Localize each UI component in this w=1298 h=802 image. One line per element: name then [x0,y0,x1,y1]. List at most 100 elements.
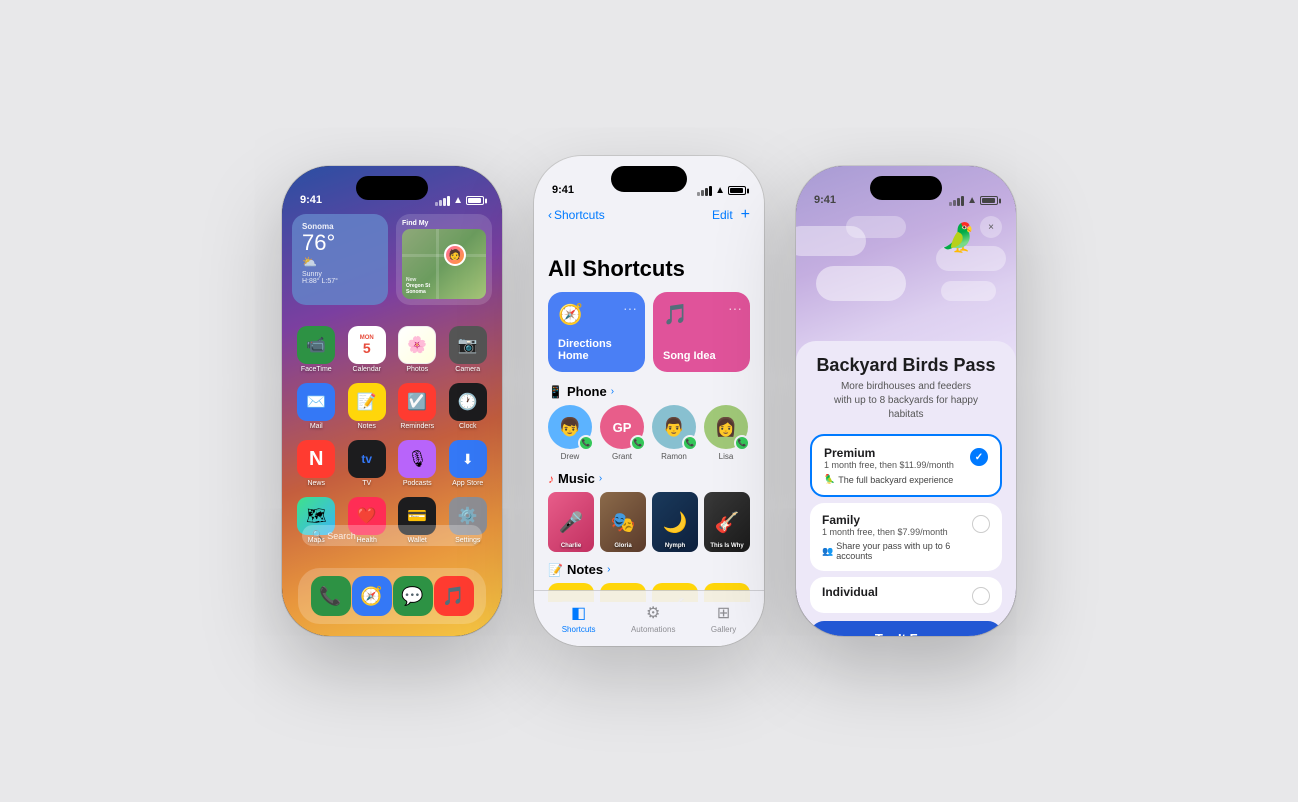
calendar-label: Calendar [353,366,381,373]
app-grid: 📹 FaceTime MON5 Calendar 🌸 Photos 📷 Came… [292,326,492,544]
notes-icon: 📝 [348,383,386,421]
clock-label: Clock [459,423,477,430]
weather-widget[interactable]: Sonoma 76° ⛅ Sunny H:88° L:57° [292,214,388,305]
app-tv[interactable]: tv TV [347,440,388,487]
notes-label: Notes [358,423,376,430]
music-section-title: Music [558,471,595,486]
findmy-label: Find My [402,220,486,227]
contact-ramon[interactable]: 👨 📞 Ramon [652,405,696,461]
battery-icon-2 [728,186,746,195]
shortcuts-tab-icon: ◧ [571,603,586,623]
app-photos[interactable]: 🌸 Photos [397,326,438,373]
app-notes[interactable]: 📝 Notes [347,383,388,430]
app-clock[interactable]: 🕐 Clock [448,383,489,430]
drew-avatar: 👦 📞 [548,405,592,449]
app-reminders[interactable]: ☑️ Reminders [397,383,438,430]
close-button[interactable]: × [980,216,1002,238]
shortcuts-content: All Shortcuts 🧭 Directions Home ··· 🎵 So… [534,256,764,602]
signal-icon-2 [697,186,712,196]
app-camera[interactable]: 📷 Camera [448,326,489,373]
individual-radio[interactable] [972,587,990,605]
music-section-chevron[interactable]: › [599,473,602,484]
tab-shortcuts[interactable]: ◧ Shortcuts [562,603,596,634]
time-1: 9:41 [300,194,322,206]
premium-plan-card[interactable]: Premium 1 month free, then $11.99/month … [810,434,1002,497]
premium-plan-price: 1 month free, then $11.99/month [824,460,954,470]
individual-plan-card[interactable]: Individual [810,577,1002,613]
app-mail[interactable]: ✉️ Mail [296,383,337,430]
notes-section-chevron[interactable]: › [607,564,610,575]
news-icon: N [297,440,335,478]
notes-section-title: Notes [567,562,603,577]
wifi-icon-3: ▲ [967,195,977,206]
premium-plan-info: Premium 1 month free, then $11.99/month … [824,446,954,485]
gallery-tab-label: Gallery [711,625,736,634]
wifi-icon-1: ▲ [453,195,463,206]
family-plan-card[interactable]: Family 1 month free, then $7.99/month 👥 … [810,503,1002,571]
birds-title: Backyard Birds Pass [810,355,1002,376]
try-btn-main-text: Try It Free [820,631,992,636]
try-free-button[interactable]: Try It Free 1 month free, then $11.99/mo… [810,621,1002,636]
family-radio[interactable] [972,515,990,533]
tab-gallery[interactable]: ⊞ Gallery [711,603,736,634]
gloria-label: Gloria [603,543,643,549]
status-icons-2: ▲ [697,185,746,196]
song-more-icon[interactable]: ··· [728,300,742,316]
dock-music[interactable]: 🎵 [434,576,474,616]
search-icon: 🔍 [312,530,323,541]
app-news[interactable]: N News [296,440,337,487]
signal-icon-1 [435,196,450,206]
song-idea-card[interactable]: 🎵 Song Idea ··· [653,292,750,372]
music-gloria[interactable]: 🎭 Gloria [600,492,646,552]
phone-section-header: 📱 Phone › [548,384,750,399]
app-facetime[interactable]: 📹 FaceTime [296,326,337,373]
hummingbird-icon: 🦜 [941,221,976,254]
edit-button[interactable]: Edit [712,208,733,222]
family-feature-text: Share your pass with up to 6 accounts [836,541,972,561]
findmy-widget[interactable]: Find My 🧑 New Oregon St Sonoma [396,214,492,305]
contact-lisa[interactable]: 👩 📞 Lisa [704,405,748,461]
dynamic-island-2 [611,166,687,192]
music-section-icon: ♪ [548,472,554,486]
directions-label: Directions Home [558,338,635,362]
search-bar[interactable]: 🔍 Search [302,525,482,546]
camera-label: Camera [455,366,480,373]
back-button[interactable]: ‹ Shortcuts [548,208,605,222]
app-appstore[interactable]: ⬇ App Store [448,440,489,487]
add-shortcut-button[interactable]: + [741,206,750,224]
time-2: 9:41 [552,184,574,196]
weather-location: Sonoma [302,222,378,231]
tab-automations[interactable]: ⚙ Automations [631,603,675,634]
shortcuts-heading: All Shortcuts [548,256,750,282]
charlie-label: Charlie [551,543,591,549]
phone-2-shell: 9:41 ▲ ‹ Shortcuts [534,156,764,646]
battery-icon-3 [980,196,998,205]
family-plan-name: Family [822,513,972,527]
ramon-avatar: 👨 📞 [652,405,696,449]
app-podcasts[interactable]: 🎙 Podcasts [397,440,438,487]
premium-radio[interactable] [970,448,988,466]
dock-phone[interactable]: 📞 [311,576,351,616]
findmy-map: 🧑 New Oregon St Sonoma [402,229,486,299]
status-icons-1: ▲ [435,195,484,206]
nymph-label: Nymph [655,543,695,549]
directions-home-card[interactable]: 🧭 Directions Home ··· [548,292,645,372]
appstore-icon: ⬇ [449,440,487,478]
phone-section-title: Phone [567,384,607,399]
podcasts-label: Podcasts [403,480,432,487]
camera-icon: 📷 [449,326,487,364]
contact-row: 👦 📞 Drew GP 📞 Grant � [548,405,750,461]
dock-messages[interactable]: 💬 [393,576,433,616]
contact-drew[interactable]: 👦 📞 Drew [548,405,592,461]
phone-section-chevron[interactable]: › [611,386,614,397]
music-thisiswhy[interactable]: 🎸 This Is Why [704,492,750,552]
directions-more-icon[interactable]: ··· [623,300,637,316]
search-text: Search [327,531,356,541]
app-calendar[interactable]: MON5 Calendar [347,326,388,373]
music-charlie[interactable]: 🎤 Charlie [548,492,594,552]
music-nymph[interactable]: 🌙 Nymph [652,492,698,552]
contact-grant[interactable]: GP 📞 Grant [600,405,644,461]
dock-safari[interactable]: 🧭 [352,576,392,616]
weather-condition: Sunny H:88° L:57° [302,271,378,285]
calendar-icon: MON5 [348,326,386,364]
